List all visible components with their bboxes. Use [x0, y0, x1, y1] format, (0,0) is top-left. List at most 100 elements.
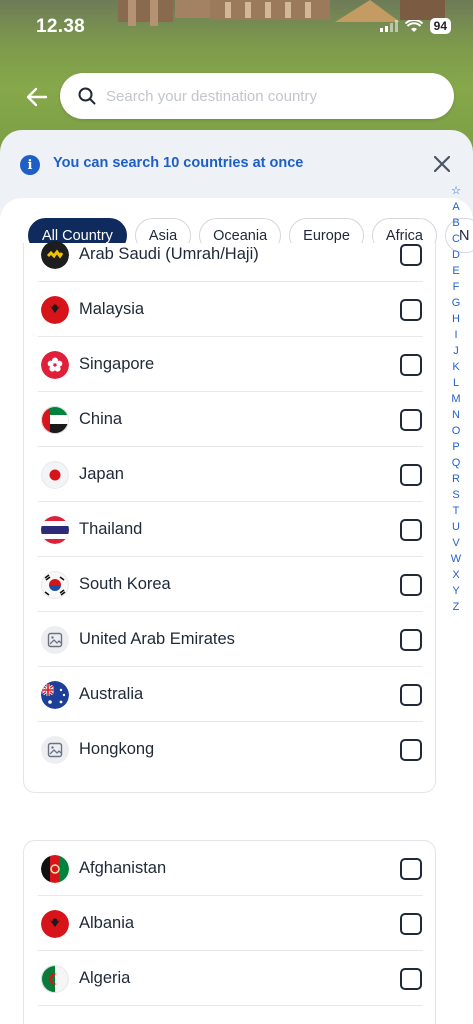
country-name: Afghanistan [79, 859, 167, 877]
index-letter[interactable]: W [451, 551, 461, 567]
country-row[interactable]: Japan [38, 447, 423, 502]
index-letter[interactable]: G [452, 295, 461, 311]
tricolor-flag-icon [41, 406, 69, 434]
country-checkbox[interactable] [400, 574, 422, 596]
index-letter[interactable]: C [452, 231, 460, 247]
index-letter[interactable]: D [452, 247, 460, 263]
country-name: Malaysia [79, 300, 145, 318]
country-picker-sheet: i You can search 10 countries at once Al… [0, 130, 473, 1024]
country-checkbox[interactable] [400, 629, 422, 651]
back-button[interactable] [22, 82, 52, 112]
index-letter[interactable]: A [452, 199, 459, 215]
index-letter[interactable]: U [452, 519, 460, 535]
country-name: United Arab Emirates [79, 630, 235, 648]
thailand-flag-icon [41, 516, 69, 544]
country-row[interactable]: Arab Saudi (Umrah/Haji) [38, 227, 423, 282]
status-icons: 94 [379, 18, 451, 34]
country-row[interactable]: China [38, 392, 423, 447]
image-placeholder-icon [41, 736, 69, 764]
country-row[interactable]: Afghanistan [38, 841, 423, 896]
country-name: South Korea [79, 575, 171, 593]
country-checkbox[interactable] [400, 913, 422, 935]
red-flag-icon [41, 296, 69, 324]
index-letter[interactable]: E [452, 263, 459, 279]
country-checkbox[interactable] [400, 968, 422, 990]
wifi-icon [404, 19, 423, 32]
popular-countries-card: Arab Saudi (Umrah/Haji) Malaysia Singapo… [23, 241, 436, 793]
index-letter[interactable]: M [451, 391, 460, 407]
country-checkbox[interactable] [400, 409, 422, 431]
algeria-flag-icon [41, 965, 69, 993]
index-letter[interactable]: S [452, 487, 459, 503]
index-letter[interactable]: Z [453, 599, 460, 615]
country-checkbox[interactable] [400, 739, 422, 761]
country-row[interactable]: Hongkong [38, 722, 423, 777]
index-letter[interactable]: I [454, 327, 457, 343]
index-letter[interactable]: V [452, 535, 459, 551]
search-input[interactable] [106, 87, 426, 105]
country-row[interactable]: Australia [38, 667, 423, 722]
search-icon [78, 87, 96, 105]
japan-flag-icon [41, 461, 69, 489]
country-row[interactable]: Algeria [38, 951, 423, 1006]
close-button[interactable] [430, 152, 454, 176]
index-letter[interactable]: P [452, 439, 459, 455]
index-letter[interactable]: N [452, 407, 460, 423]
index-letter[interactable]: B [452, 215, 459, 231]
country-name: Albania [79, 914, 135, 932]
index-letter[interactable]: O [452, 423, 461, 439]
country-checkbox[interactable] [400, 519, 422, 541]
country-list-panel: All Country Asia Oceania Europe Africa N… [0, 198, 473, 1024]
status-bar: 12.38 94 [0, 0, 473, 56]
battery-indicator: 94 [429, 18, 451, 34]
image-placeholder-icon [41, 626, 69, 654]
country-checkbox[interactable] [400, 858, 422, 880]
close-icon [434, 156, 450, 172]
country-name: Algeria [79, 969, 131, 987]
country-checkbox[interactable] [400, 464, 422, 486]
search-bar[interactable] [60, 73, 454, 119]
country-row[interactable]: South Korea [38, 557, 423, 612]
index-letter[interactable]: Y [452, 583, 459, 599]
index-letter[interactable]: J [453, 343, 459, 359]
country-name: Singapore [79, 355, 155, 373]
country-row[interactable]: Singapore [38, 337, 423, 392]
afghanistan-flag-icon [41, 855, 69, 883]
country-row[interactable]: Thailand [38, 502, 423, 557]
info-banner: i You can search 10 countries at once [0, 130, 473, 198]
country-name: Hongkong [79, 740, 155, 758]
index-letter[interactable]: H [452, 311, 460, 327]
country-name: Japan [79, 465, 124, 483]
country-name: Arab Saudi (Umrah/Haji) [79, 245, 259, 263]
country-checkbox[interactable] [400, 244, 422, 266]
section-a-card: Afghanistan Albania Algeria [23, 840, 436, 1024]
index-letter[interactable]: T [453, 503, 460, 519]
country-name: China [79, 410, 123, 428]
index-letter-favorite[interactable]: ☆ [451, 183, 461, 199]
korea-flag-icon [41, 571, 69, 599]
australia-flag-icon [41, 681, 69, 709]
index-letter[interactable]: Q [452, 455, 461, 471]
arrow-left-icon [26, 87, 48, 107]
alphabet-index[interactable]: ☆ A B C D E F G H I J K L M N O P Q R S … [449, 183, 463, 615]
country-checkbox[interactable] [400, 354, 422, 376]
albania-flag-icon [41, 910, 69, 938]
info-text: You can search 10 countries at once [53, 155, 304, 171]
saudi-flag-icon [41, 241, 69, 269]
index-letter[interactable]: L [453, 375, 459, 391]
country-row[interactable]: United Arab Emirates [38, 612, 423, 667]
index-letter[interactable]: R [452, 471, 460, 487]
country-checkbox[interactable] [400, 684, 422, 706]
country-row[interactable]: Albania [38, 896, 423, 951]
index-letter[interactable]: X [452, 567, 459, 583]
info-icon: i [20, 155, 40, 175]
country-name: Thailand [79, 520, 143, 538]
status-time: 12.38 [36, 16, 86, 37]
country-checkbox[interactable] [400, 299, 422, 321]
index-letter[interactable]: F [453, 279, 460, 295]
country-name: Australia [79, 685, 144, 703]
signal-icon [379, 20, 398, 32]
country-row[interactable]: Malaysia [38, 282, 423, 337]
index-letter[interactable]: K [452, 359, 459, 375]
red-flower-flag-icon [41, 351, 69, 379]
